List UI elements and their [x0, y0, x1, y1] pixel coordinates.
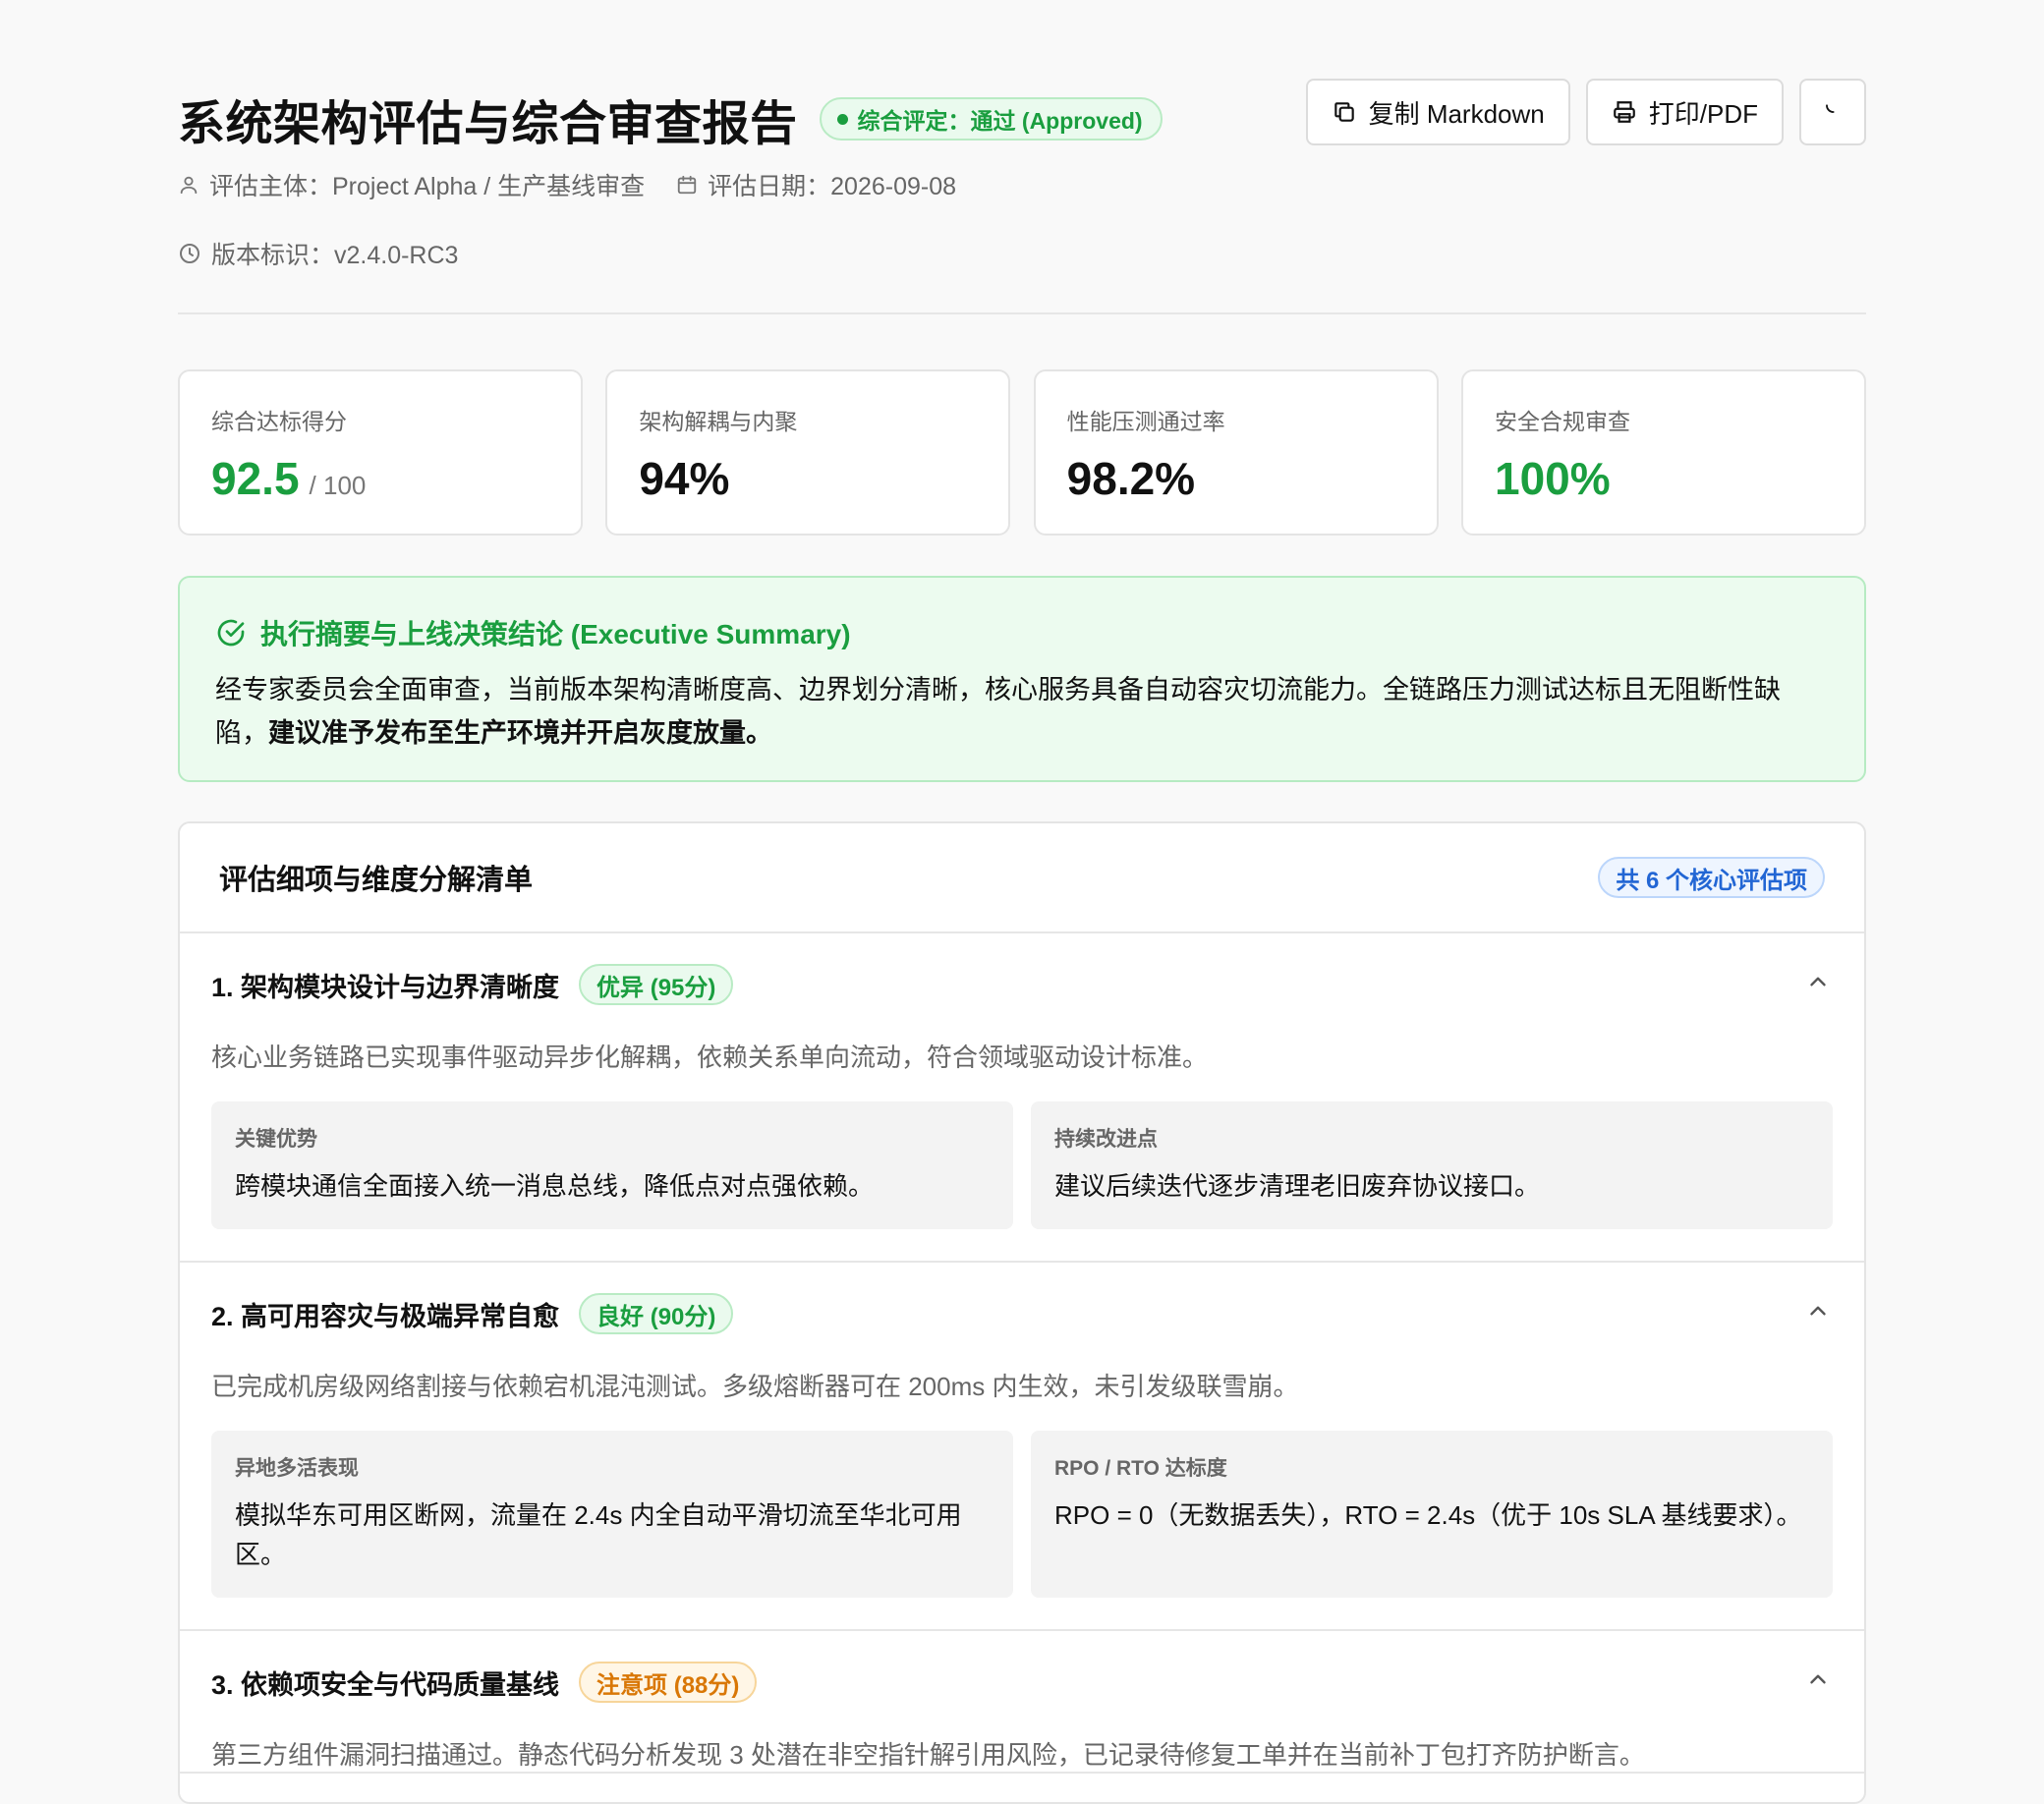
calendar-icon — [677, 175, 697, 195]
item-header[interactable]: 3. 依赖项安全与代码质量基线 注意项 (88分) — [211, 1631, 1833, 1733]
evaluation-details: 评估细项与维度分解清单 共 6 个核心评估项 1. 架构模块设计与边界清晰度 优… — [178, 821, 1866, 1804]
summary-title: 执行摘要与上线决策结论 (Executive Summary) — [260, 619, 851, 649]
evaluation-item: 3. 依赖项安全与代码质量基线 注意项 (88分) 第三方组件漏洞扫描通过。静态… — [180, 1631, 1864, 1774]
clock-icon — [180, 244, 199, 263]
meta-subject-text: 评估主体：Project Alpha / 生产基线审查 — [209, 173, 646, 200]
summary-emphasis: 建议准予发布至生产环境并开启灰度放量。 — [268, 718, 772, 748]
item-title: 2. 高可用容灾与极端异常自愈 — [211, 1301, 560, 1331]
summary-heading: 执行摘要与上线决策结论 (Executive Summary) — [215, 613, 1829, 652]
theme-toggle-button[interactable] — [1799, 79, 1866, 145]
meta-date-text: 评估日期：2026-09-08 — [708, 173, 957, 200]
sub-text: 建议后续迭代逐步清理老旧废弃协议接口。 — [1054, 1171, 1541, 1201]
chevron-up-icon[interactable] — [1805, 1298, 1831, 1324]
header-actions: 复制 Markdown 打印/PDF — [1290, 79, 1866, 145]
meta-version: 版本标识：v2.4.0-RC3 — [178, 236, 458, 271]
metric-suffix: / 100 — [309, 471, 367, 500]
item-description: 已完成机房级网络割接与依赖宕机混沌测试。多级熔断器可在 200ms 内生效，未引… — [211, 1372, 1299, 1401]
moon-icon — [1826, 104, 1835, 113]
metric-number: 92.5 — [211, 453, 300, 504]
metric-card-security: 安全合规审查 100% — [1460, 369, 1866, 536]
check-circle-icon — [217, 619, 245, 647]
item-description: 第三方组件漏洞扫描通过。静态代码分析发现 3 处潜在非空指针解引用风险，已记录待… — [211, 1740, 1645, 1770]
status-badge: 综合评定：通过 (Approved) — [819, 97, 1163, 141]
print-pdf-button[interactable]: 打印/PDF — [1585, 79, 1784, 145]
copy-markdown-button[interactable]: 复制 Markdown — [1305, 79, 1570, 145]
status-badge-label: 综合评定：通过 (Approved) — [857, 108, 1143, 134]
printer-icon — [1613, 101, 1635, 123]
status-dot-icon — [836, 113, 848, 125]
grade-badge: 良好 (90分) — [579, 1293, 734, 1334]
evaluation-item: 2. 高可用容灾与极端异常自愈 良好 (90分) 已完成机房级网络割接与依赖宕机… — [180, 1263, 1864, 1631]
sub-text: 跨模块通信全面接入统一消息总线，降低点对点强依赖。 — [235, 1171, 875, 1201]
meta-row-version: 版本标识：v2.4.0-RC3 — [178, 236, 489, 271]
meta-row: 评估主体：Project Alpha / 生产基线审查 评估日期：2026-09… — [178, 167, 988, 202]
metric-value: 94% — [639, 453, 730, 504]
sub-box: 持续改进点 建议后续迭代逐步清理老旧废弃协议接口。 — [1031, 1101, 1833, 1229]
summary-text: 经专家委员会全面审查，当前版本架构清晰度高、边界划分清晰，核心服务具备自动容灾切… — [215, 668, 1829, 755]
user-icon — [180, 176, 198, 195]
title-row: 系统架构评估与综合审查报告 综合评定：通过 (Approved) — [178, 85, 1163, 153]
metric-value: 100% — [1494, 453, 1611, 504]
copy-markdown-label: 复制 Markdown — [1368, 98, 1545, 129]
metric-cards: 综合达标得分 92.5 / 100 架构解耦与内聚 94% 性能压测通过率 98… — [178, 369, 1866, 536]
item-header[interactable]: 1. 架构模块设计与边界清晰度 优异 (95分) — [211, 933, 1833, 1036]
item-title: 3. 依赖项安全与代码质量基线 — [211, 1669, 560, 1700]
metric-card-performance: 性能压测通过率 98.2% — [1033, 369, 1439, 536]
report-header: 系统架构评估与综合审查报告 综合评定：通过 (Approved) 评估主体：Pr… — [178, 0, 1866, 314]
metric-label: 安全合规审查 — [1494, 409, 1630, 434]
meta-version-text: 版本标识：v2.4.0-RC3 — [211, 242, 459, 269]
item-sub-grid: 关键优势 跨模块通信全面接入统一消息总线，降低点对点强依赖。 持续改进点 建议后… — [211, 1101, 1833, 1261]
details-header: 评估细项与维度分解清单 共 6 个核心评估项 — [180, 823, 1864, 933]
sub-label: RPO / RTO 达标度 — [1054, 1457, 1227, 1480]
sub-text: RPO = 0（无数据丢失），RTO = 2.4s（优于 10s SLA 基线要… — [1054, 1500, 1802, 1530]
metric-label: 性能压测通过率 — [1066, 409, 1225, 434]
meta-subject: 评估主体：Project Alpha / 生产基线审查 — [178, 167, 645, 202]
item-description: 核心业务链路已实现事件驱动异步化解耦，依赖关系单向流动，符合领域驱动设计标准。 — [211, 1043, 1209, 1072]
meta-date: 评估日期：2026-09-08 — [676, 167, 956, 202]
metric-card-score: 综合达标得分 92.5 / 100 — [178, 369, 583, 536]
item-count-badge: 共 6 个核心评估项 — [1598, 857, 1825, 898]
metric-value: 92.5 / 100 — [211, 452, 549, 505]
sub-label: 关键优势 — [235, 1128, 317, 1151]
sub-box: RPO / RTO 达标度 RPO = 0（无数据丢失），RTO = 2.4s（… — [1031, 1431, 1833, 1598]
item-header[interactable]: 2. 高可用容灾与极端异常自愈 良好 (90分) — [211, 1263, 1833, 1365]
item-title: 1. 架构模块设计与边界清晰度 — [211, 972, 560, 1002]
metric-label: 架构解耦与内聚 — [639, 409, 798, 434]
item-sub-grid: 异地多活表现 模拟华东可用区断网，流量在 2.4s 内全自动平滑切流至华北可用区… — [211, 1431, 1833, 1629]
chevron-up-icon[interactable] — [1805, 1666, 1831, 1692]
sub-label: 异地多活表现 — [235, 1457, 359, 1480]
grade-badge: 优异 (95分) — [579, 964, 734, 1005]
sub-text: 模拟华东可用区断网，流量在 2.4s 内全自动平滑切流至华北可用区。 — [235, 1500, 962, 1569]
metric-label: 综合达标得分 — [211, 409, 347, 434]
report-page: 系统架构评估与综合审查报告 综合评定：通过 (Approved) 评估主体：Pr… — [178, 0, 1866, 1804]
sub-box: 关键优势 跨模块通信全面接入统一消息总线，降低点对点强依赖。 — [211, 1101, 1013, 1229]
details-title: 评估细项与维度分解清单 — [219, 865, 534, 896]
page-title: 系统架构评估与综合审查报告 — [178, 98, 798, 150]
chevron-up-icon[interactable] — [1805, 969, 1831, 994]
grade-badge: 注意项 (88分) — [579, 1662, 758, 1703]
metric-card-decoupling: 架构解耦与内聚 94% — [605, 369, 1011, 536]
print-pdf-label: 打印/PDF — [1648, 98, 1758, 129]
sub-label: 持续改进点 — [1054, 1128, 1158, 1151]
sub-box: 异地多活表现 模拟华东可用区断网，流量在 2.4s 内全自动平滑切流至华北可用区… — [211, 1431, 1013, 1598]
copy-icon — [1334, 102, 1354, 122]
metric-value: 98.2% — [1066, 453, 1196, 504]
evaluation-item: 1. 架构模块设计与边界清晰度 优异 (95分) 核心业务链路已实现事件驱动异步… — [180, 933, 1864, 1263]
executive-summary: 执行摘要与上线决策结论 (Executive Summary) 经专家委员会全面… — [178, 576, 1866, 782]
